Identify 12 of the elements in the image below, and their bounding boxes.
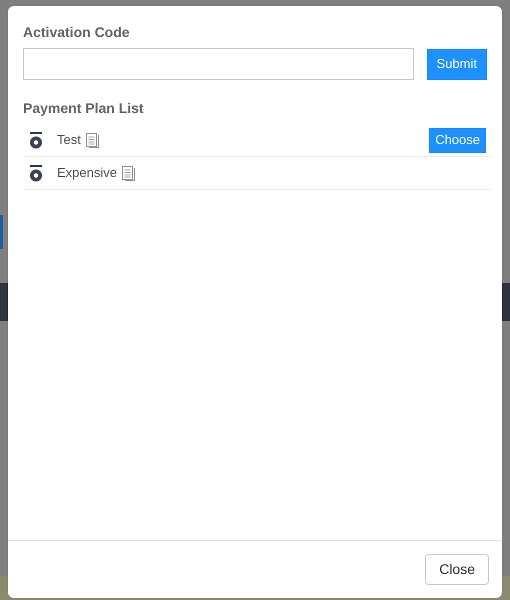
plan-name: Expensive — [57, 164, 117, 182]
field-label: Activation Code — [23, 24, 131, 40]
document-icon — [86, 132, 100, 148]
close-button[interactable]: Close — [425, 554, 489, 585]
choose-button[interactable]: Choose — [429, 128, 486, 152]
submit-button[interactable]: Submit — [426, 48, 487, 80]
medal-icon — [29, 164, 43, 182]
medal-icon — [29, 132, 43, 148]
section-title: Payment Plan List — [23, 100, 145, 116]
plan-name: Test — [57, 131, 81, 150]
activation-code-field[interactable] — [23, 48, 414, 80]
document-icon — [122, 166, 136, 180]
